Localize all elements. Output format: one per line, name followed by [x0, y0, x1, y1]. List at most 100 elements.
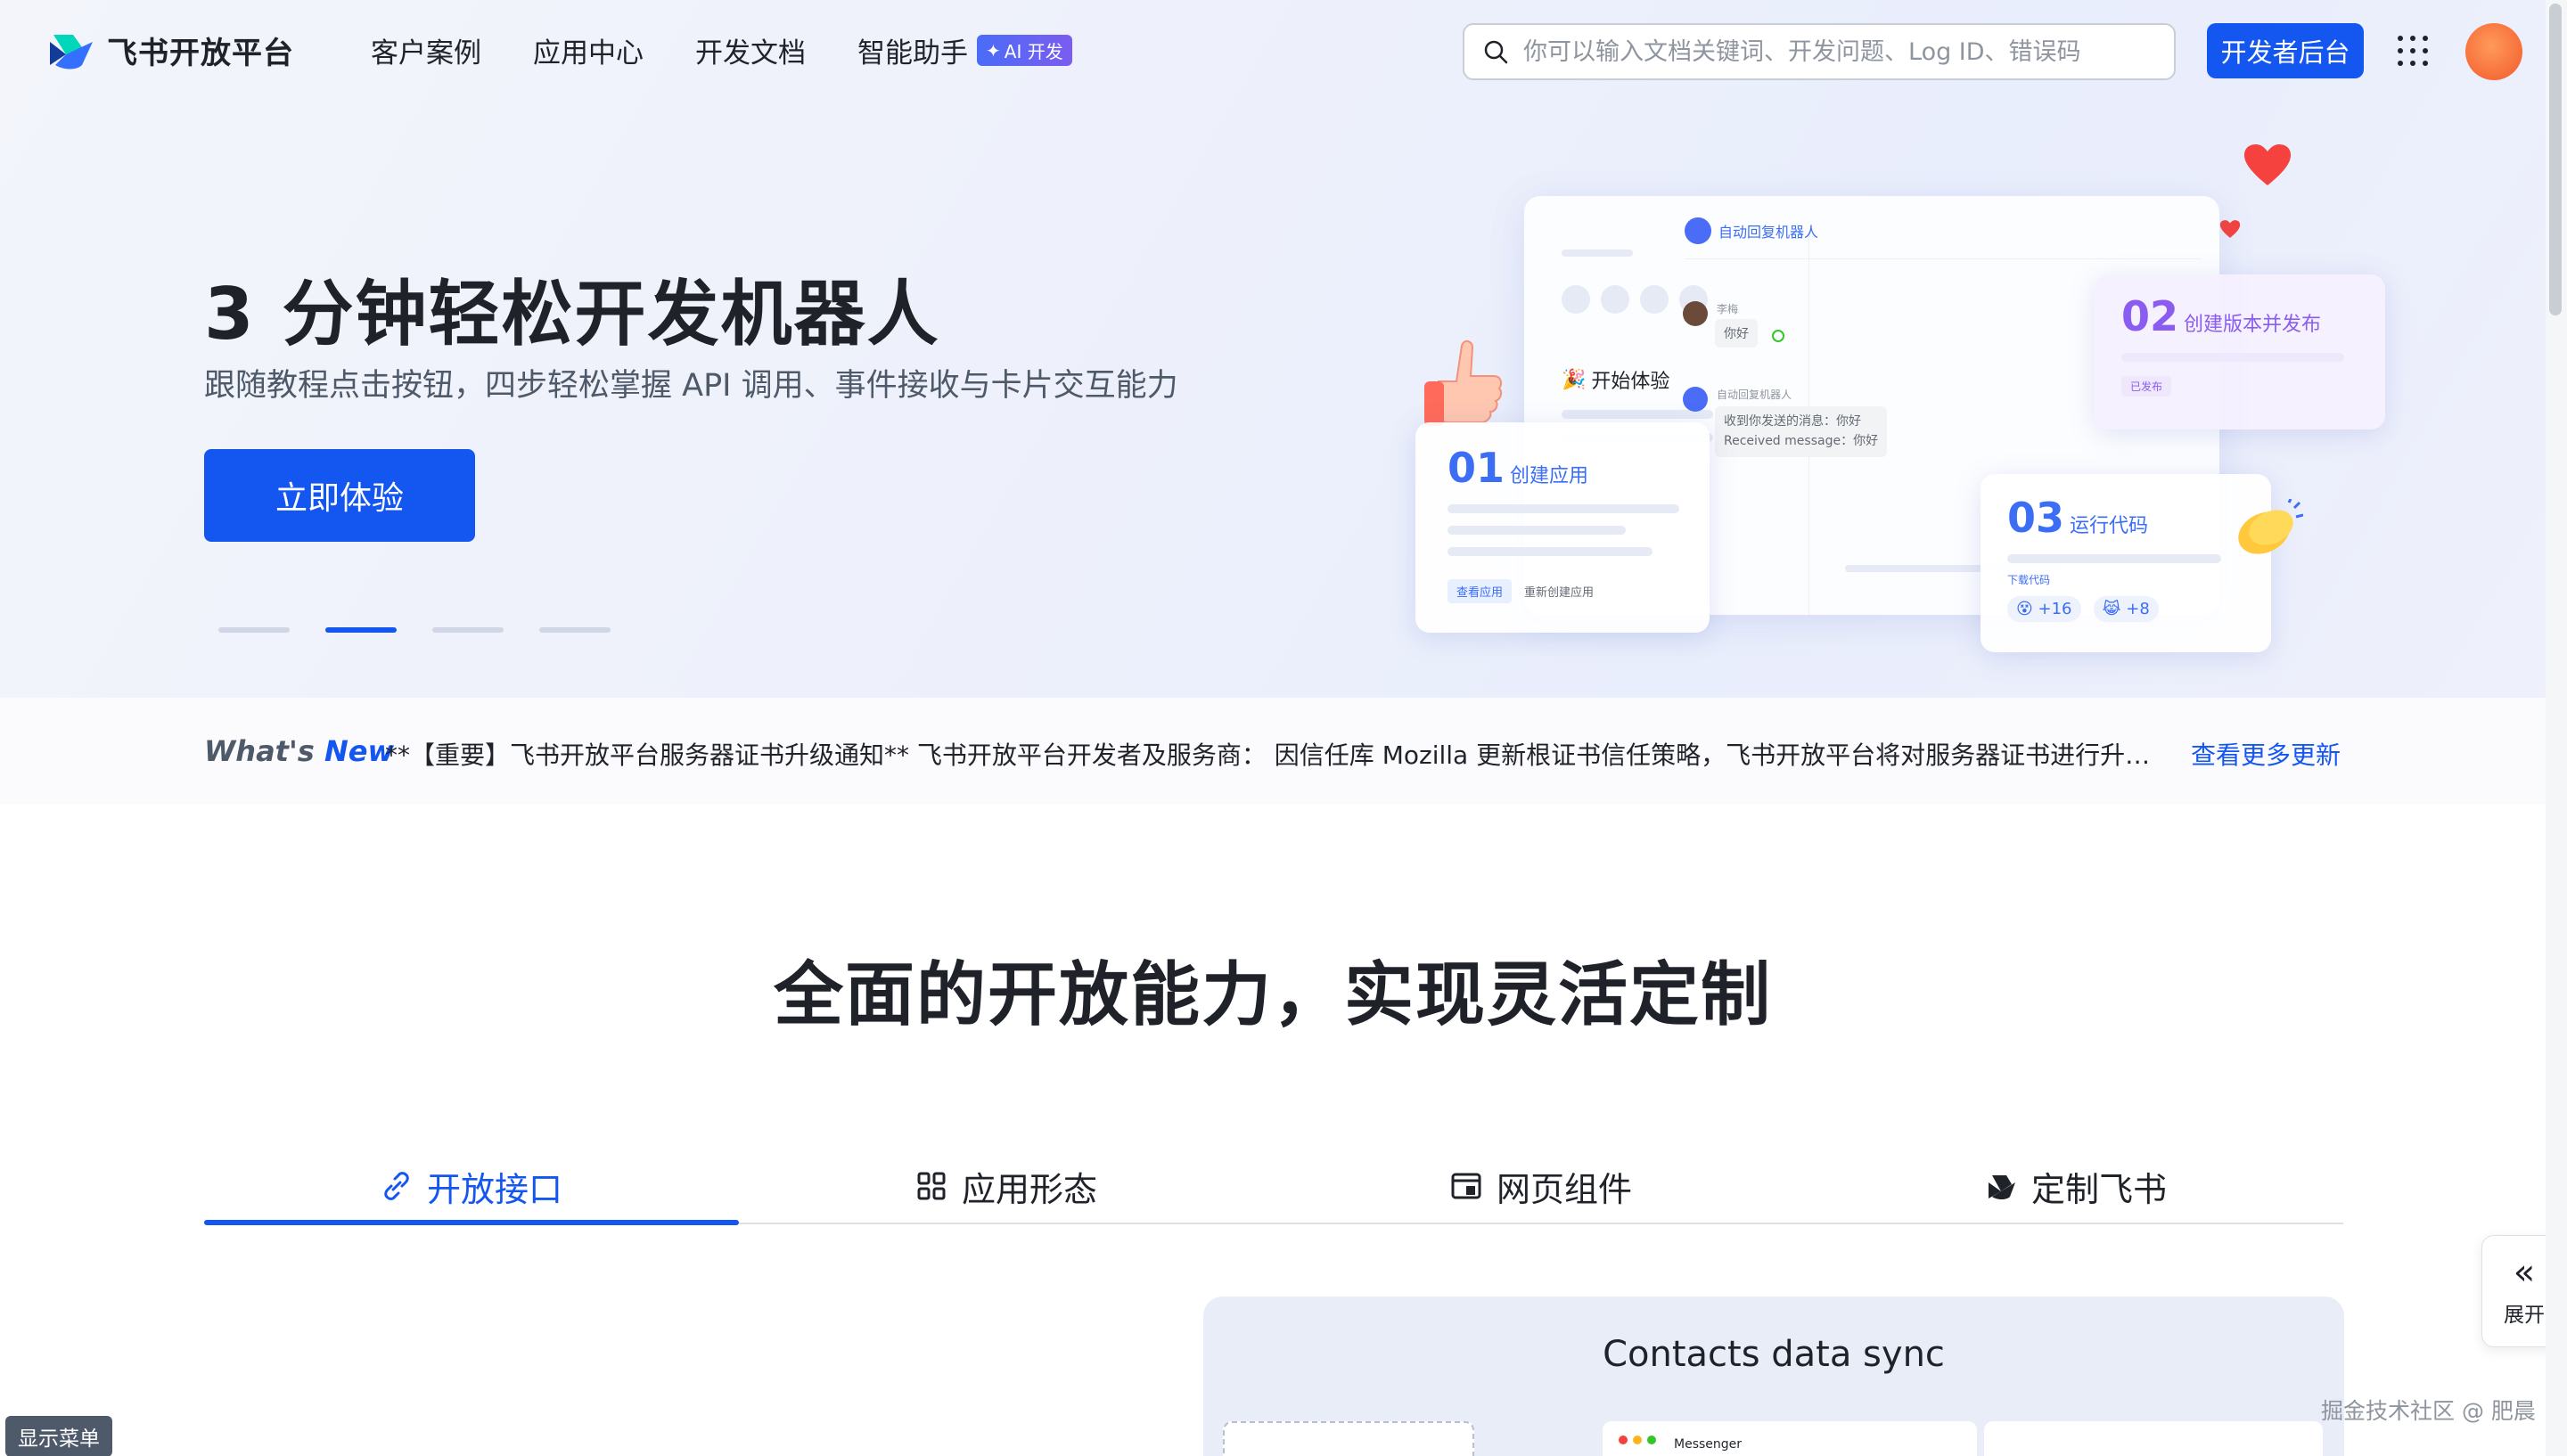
tab-app-forms[interactable]: 应用形态: [739, 1149, 1274, 1223]
placeholder-bar: [2007, 554, 2221, 563]
news-headline[interactable]: **【重要】飞书开放平台服务器证书升级通知** 飞书开放平台开发者及服务商： 因…: [385, 736, 2163, 772]
demo-title: Contacts data sync: [1603, 1334, 1945, 1375]
placeholder-bar: [1448, 547, 1653, 556]
heart-icon: [2244, 144, 2291, 185]
whats-label: What's: [204, 734, 315, 768]
reaction-2-count: +8: [2126, 600, 2150, 618]
step-3-label: 运行代码: [2070, 515, 2149, 537]
read-check-icon: [1772, 330, 1784, 342]
capability-tabs: 开放接口 应用形态 网页组件 定制飞书: [204, 1149, 2343, 1225]
tab-label: 定制飞书: [2030, 1169, 2167, 1209]
nav-app-center[interactable]: 应用中心: [533, 30, 644, 70]
bot-icon: [1685, 217, 1711, 244]
carousel-dot-1[interactable]: [218, 627, 290, 633]
nav-dev-docs[interactable]: 开发文档: [695, 30, 806, 70]
start-experience-label: 开始体验: [1591, 371, 1670, 393]
chat-title: 自动回复机器人: [1685, 217, 1818, 244]
scrollbar[interactable]: [2546, 0, 2567, 1456]
search-input[interactable]: [1523, 37, 2147, 66]
section-title: 全面的开放能力，实现灵活定制: [773, 955, 1772, 1035]
try-now-button[interactable]: 立即体验: [204, 449, 475, 542]
user-avatar: [1683, 301, 1708, 326]
reaction-1: 😵 +16: [2007, 596, 2081, 622]
show-menu-button[interactable]: 显示菜单: [5, 1416, 112, 1456]
bot-reply-line-2: Received message：你好: [1724, 434, 1879, 449]
hero-title: 3 分钟轻松开发机器人: [204, 273, 940, 356]
step-3-heading: 03 运行代码: [2007, 494, 2244, 542]
search-box[interactable]: [1463, 23, 2176, 80]
step-2-number: 02: [2121, 292, 2179, 340]
thumbs-up-icon: [1424, 340, 1503, 426]
logo-text: 飞书开放平台: [107, 36, 294, 71]
tab-label: 网页组件: [1496, 1169, 1632, 1209]
developer-console-button[interactable]: 开发者后台: [2207, 23, 2364, 78]
new-label: New: [324, 734, 394, 768]
nav-label: 客户案例: [371, 37, 481, 70]
demo-messenger-window: Messenger: [1603, 1421, 1977, 1456]
divider: [1685, 258, 2202, 259]
expand-label: 展开: [2504, 1304, 2545, 1327]
watermark: 掘金技术社区 @ 肥晨: [2321, 1398, 2536, 1424]
placeholder-bar: [1562, 410, 1713, 419]
double-chevron-left-icon: «: [2513, 1252, 2536, 1293]
user-name: 李梅: [1717, 303, 1739, 315]
published-tag: 已发布: [2121, 376, 2172, 397]
feishu-logo-icon: [50, 34, 93, 69]
demo-placeholder-box: [1223, 1421, 1474, 1456]
tab-web-components[interactable]: 网页组件: [1274, 1149, 1808, 1223]
nav-label: 开发文档: [695, 37, 806, 70]
link-icon: [384, 1172, 409, 1200]
placeholder-avatar: [1640, 285, 1669, 314]
web-component-icon: [1451, 1173, 1481, 1199]
user-avatar[interactable]: [2465, 23, 2522, 80]
carousel-dot-3[interactable]: [432, 627, 504, 633]
ai-badge-label: AI 开发: [1004, 41, 1063, 62]
nav-customer-cases[interactable]: 客户案例: [371, 30, 481, 70]
whats-new-label: What's New: [204, 734, 394, 768]
tab-open-api[interactable]: 开放接口: [204, 1149, 739, 1225]
small-heart-icon: [2219, 220, 2241, 238]
placeholder-bar: [1448, 504, 1679, 513]
bot-reply-line-1: 收到你发送的消息：你好: [1724, 414, 1861, 429]
nav-ai-assistant[interactable]: 智能助手 ✦ AI 开发: [857, 30, 1072, 70]
sparkle-icon: ✦: [986, 39, 1001, 61]
view-app-button: 查看应用: [1448, 579, 1513, 603]
grid-icon: [917, 1172, 946, 1200]
placeholder-bar: [1448, 526, 1626, 535]
search-icon: [1484, 40, 1508, 64]
hero-banner: 3 分钟轻松开发机器人 跟随教程点击按钮，四步轻松掌握 API 调用、事件接收与…: [0, 0, 2546, 698]
recreate-app-button: 重新创建应用: [1524, 586, 1595, 600]
view-more-updates-link[interactable]: 查看更多更新: [2191, 736, 2341, 772]
placeholder-avatar: [1601, 285, 1629, 314]
step-1-number: 01: [1448, 444, 1505, 492]
carousel-dot-4[interactable]: [539, 627, 611, 633]
clapping-hands-icon: [2238, 499, 2303, 554]
reaction-1-count: +16: [2038, 600, 2072, 618]
reactions: 😵 +16 😹 +8: [2007, 596, 2244, 622]
step-3-number: 03: [2007, 494, 2065, 542]
nav-label: 智能助手: [857, 37, 968, 70]
window-controls: [1619, 1436, 1656, 1444]
placeholder-bar: [1562, 249, 1633, 257]
logo[interactable]: 飞书开放平台: [46, 29, 294, 72]
nav-label: 应用中心: [533, 37, 644, 70]
top-nav: 飞书开放平台 客户案例 应用中心 开发文档 智能助手 ✦AI 开发 开发者后台: [0, 0, 2546, 103]
demo-window: [1984, 1421, 2323, 1456]
party-icon: 🎉: [1562, 368, 1587, 391]
demo-panel: Contacts data sync Messenger: [1203, 1296, 2344, 1456]
bot-name: 自动回复机器人: [1717, 389, 1792, 401]
page: 3 分钟轻松开发机器人 跟随教程点击按钮，四步轻松掌握 API 调用、事件接收与…: [0, 0, 2546, 1456]
step-1-actions: 查看应用 重新创建应用: [1448, 579, 1677, 603]
tab-customize-feishu[interactable]: 定制飞书: [1808, 1149, 2343, 1223]
feishu-bird-icon: [1988, 1175, 2015, 1199]
scrollbar-thumb[interactable]: [2549, 4, 2562, 315]
bot-reply: 收到你发送的消息：你好 Received message：你好: [1715, 406, 1888, 457]
carousel-dot-2[interactable]: [325, 627, 397, 633]
tab-label: 开放接口: [426, 1169, 562, 1209]
carousel-indicators: [218, 627, 611, 633]
chat-title-label: 自动回复机器人: [1718, 224, 1819, 241]
reaction-emoji-icon: 😹: [2102, 600, 2127, 618]
bot-avatar: [1683, 387, 1708, 412]
app-grid-icon[interactable]: [2398, 36, 2428, 66]
step-card-create-app: 01 创建应用 查看应用 重新创建应用: [1415, 422, 1710, 633]
